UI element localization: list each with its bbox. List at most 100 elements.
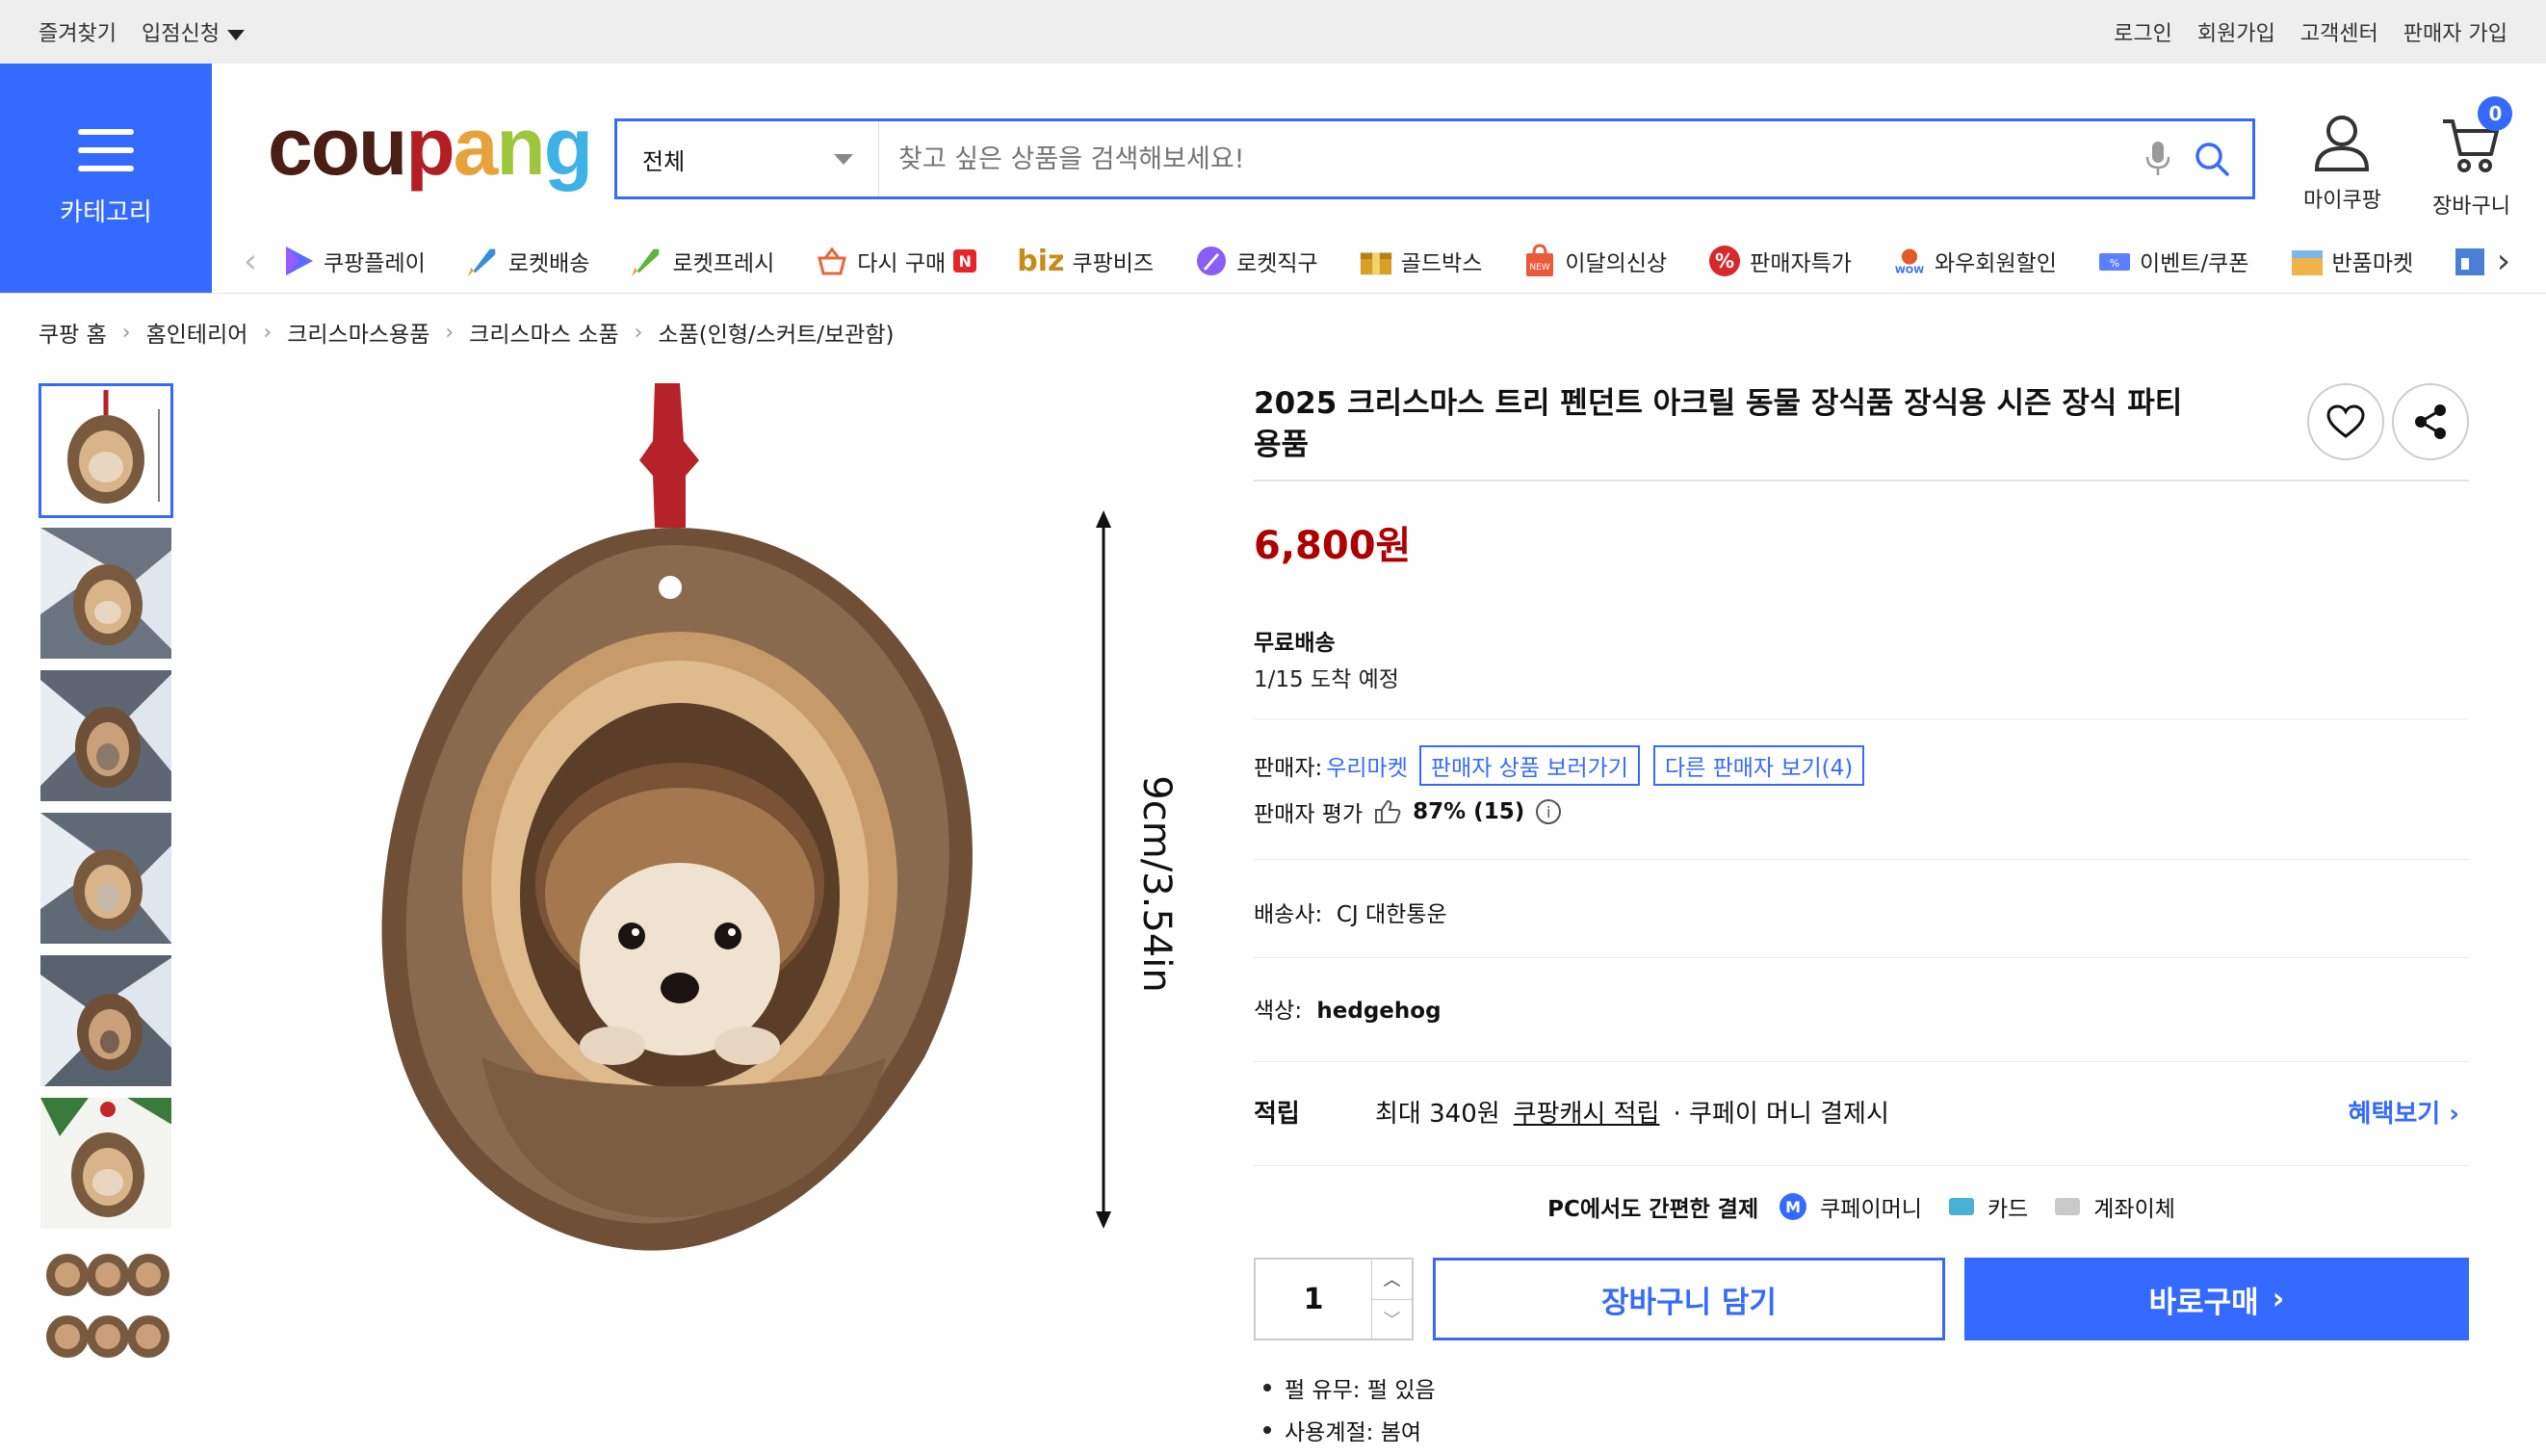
breadcrumb-item[interactable]: 홈인테리어	[146, 316, 248, 349]
goldbox-icon	[1359, 244, 1393, 278]
logo-part: a	[453, 101, 499, 192]
strip-item-coupang-biz[interactable]: biz 쿠팡비즈	[1017, 245, 1154, 278]
strip-item-label: 판매자특가	[1750, 251, 1852, 276]
coupay-money-icon: M	[1780, 1193, 1807, 1220]
login-link[interactable]: 로그인	[2114, 16, 2172, 47]
strip-item-partial[interactable]	[2454, 244, 2484, 278]
logo-part: p	[405, 101, 455, 192]
shortcut-strip: ‹ 쿠팡플레이 로켓배송 로켓프레시 다시 구매 N biz 쿠팡비즈 로켓직구	[231, 233, 2523, 289]
carrier-row: 배송사: CJ 대한통운	[1254, 896, 1447, 928]
strip-item-return-market[interactable]: 반품마켓	[2290, 244, 2413, 278]
thumbnail-3[interactable]	[39, 668, 173, 803]
cart-button[interactable]: 0 장바구니	[2432, 96, 2513, 220]
cart-icon-wrap: 0	[2441, 96, 2513, 179]
thumbnail-2[interactable]	[39, 526, 173, 661]
header-divider	[0, 293, 2546, 294]
thumbnail-1[interactable]	[39, 383, 173, 518]
share-button[interactable]	[2392, 383, 2469, 460]
biz-logo: biz	[1017, 244, 1065, 278]
my-coupang-label: 마이쿠팡	[2303, 189, 2381, 213]
payment-title: PC에서도 간편한 결제	[1547, 1197, 1759, 1222]
strip-item-label: 이벤트/쿠폰	[2139, 251, 2249, 276]
seller-join-link[interactable]: 판매자 가입	[2403, 16, 2507, 47]
new-badge: N	[953, 249, 977, 273]
chevron-right-icon: ›	[445, 320, 455, 345]
seller-apply-menu[interactable]: 입점신청	[142, 16, 245, 47]
quantity-value[interactable]: 1	[1256, 1260, 1371, 1339]
chevron-right-icon: ›	[121, 320, 131, 345]
quantity-stepper: 1 ︿ ﹀	[1254, 1258, 1414, 1340]
search-icon[interactable]	[2185, 130, 2239, 188]
thumbnail-4[interactable]	[39, 811, 173, 946]
strip-next-arrow[interactable]: ›	[2484, 233, 2523, 289]
chevron-right-icon: ›	[263, 320, 273, 345]
global-rocket-icon	[1194, 244, 1229, 278]
section-divider	[1254, 1165, 2469, 1166]
strip-item-new-arrivals[interactable]: NEW 이달의신상	[1522, 244, 1667, 278]
svg-text:%: %	[2110, 257, 2119, 270]
info-icon[interactable]: i	[1536, 799, 1562, 824]
seller-rating: 판매자 평가 87% (15) i	[1254, 795, 1562, 828]
benefits-link[interactable]: 혜택보기 ›	[2349, 1094, 2469, 1130]
breadcrumb-item[interactable]: 소품(인형/스커트/보관함)	[658, 316, 894, 349]
breadcrumb-item[interactable]: 크리스마스용품	[287, 316, 429, 349]
search-scope-value: 전체	[642, 147, 686, 175]
microphone-icon[interactable]	[2131, 130, 2185, 188]
breadcrumb: 쿠팡 홈 › 홈인테리어 › 크리스마스용품 › 크리스마스 소품 › 소품(인형/스커…	[39, 316, 894, 349]
color-value: hedgehog	[1316, 999, 1442, 1024]
card-label: 카드	[1987, 1197, 2029, 1222]
category-label: 카테고리	[60, 197, 152, 227]
heart-icon	[2326, 404, 2365, 438]
strip-item-events-coupons[interactable]: % 이벤트/쿠폰	[2097, 244, 2249, 278]
coupon-icon: %	[2097, 244, 2132, 278]
main-product-image: 9cm/3.54in	[347, 383, 1233, 1288]
strip-item-coupang-play[interactable]: 쿠팡플레이	[281, 244, 426, 278]
thumbnail-6[interactable]	[39, 1096, 173, 1231]
strip-item-rocket-global[interactable]: 로켓직구	[1194, 244, 1318, 278]
buy-now-button[interactable]: 바로구매 ›	[1964, 1258, 2469, 1340]
strip-item-seller-deals[interactable]: % 판매자특가	[1707, 244, 1852, 278]
return-market-icon	[2290, 244, 2325, 278]
seller-apply-label: 입점신청	[141, 22, 220, 46]
signup-link[interactable]: 회원가입	[2197, 16, 2275, 47]
customer-center-link[interactable]: 고객센터	[2300, 16, 2378, 47]
chevron-right-icon: ›	[634, 320, 643, 345]
breadcrumb-item[interactable]: 쿠팡 홈	[39, 316, 107, 349]
coupang-cash-link[interactable]: 쿠팡캐시 적립	[1514, 1094, 1660, 1130]
reward-max: 최대 340원	[1375, 1100, 1500, 1129]
color-option-row[interactable]: 색상: hedgehog	[1254, 992, 1442, 1025]
strip-item-rocket-fresh[interactable]: 로켓프레시	[630, 244, 774, 278]
category-menu-button[interactable]: 카테고리	[0, 64, 212, 293]
add-to-cart-button[interactable]: 장바구니 담기	[1433, 1258, 1945, 1340]
strip-item-rocket-delivery[interactable]: 로켓배송	[466, 244, 589, 278]
product-details-list: 펄 유무: 펄 있음 사용계절: 봄여	[1263, 1371, 1436, 1456]
favorites-link[interactable]: 즐겨찾기	[39, 16, 117, 47]
search-scope-select[interactable]: 전체	[617, 121, 879, 196]
thumbnail-5[interactable]	[39, 953, 173, 1088]
quantity-decrease-button[interactable]: ﹀	[1372, 1300, 1412, 1339]
share-icon	[2415, 404, 2446, 439]
section-divider	[1254, 957, 2469, 958]
strip-prev-arrow[interactable]: ‹	[231, 233, 270, 289]
my-coupang-button[interactable]: 마이쿠팡	[2303, 114, 2381, 214]
search-bar: 전체	[614, 118, 2255, 199]
seller-products-button[interactable]: 판매자 상품 보러가기	[1418, 745, 1640, 786]
rocket-fresh-icon	[630, 244, 664, 278]
seller-rating-value: 87% (15)	[1413, 799, 1525, 824]
thumbnail-7[interactable]	[39, 1238, 173, 1373]
quantity-increase-button[interactable]: ︿	[1372, 1260, 1412, 1300]
store-icon	[2454, 244, 2484, 278]
section-divider	[1254, 718, 2469, 719]
arrival-date: 1/15 도착 예정	[1254, 667, 1399, 692]
other-sellers-button[interactable]: 다른 판매자 보기(4)	[1652, 745, 1865, 786]
benefits-label: 혜택보기	[2348, 1100, 2441, 1129]
logo-part: g	[543, 101, 593, 192]
wishlist-button[interactable]	[2307, 383, 2384, 460]
strip-item-wow-discount[interactable]: WOW 와우회원할인	[1892, 244, 2057, 278]
coupang-logo[interactable]: coupang	[268, 106, 593, 187]
strip-item-goldbox[interactable]: 골드박스	[1359, 244, 1482, 278]
search-input[interactable]	[879, 121, 2131, 196]
breadcrumb-item[interactable]: 크리스마스 소품	[469, 316, 618, 349]
strip-item-rebuy[interactable]: 다시 구매 N	[815, 244, 977, 278]
seller-name-link[interactable]: 우리마켓	[1326, 749, 1408, 782]
